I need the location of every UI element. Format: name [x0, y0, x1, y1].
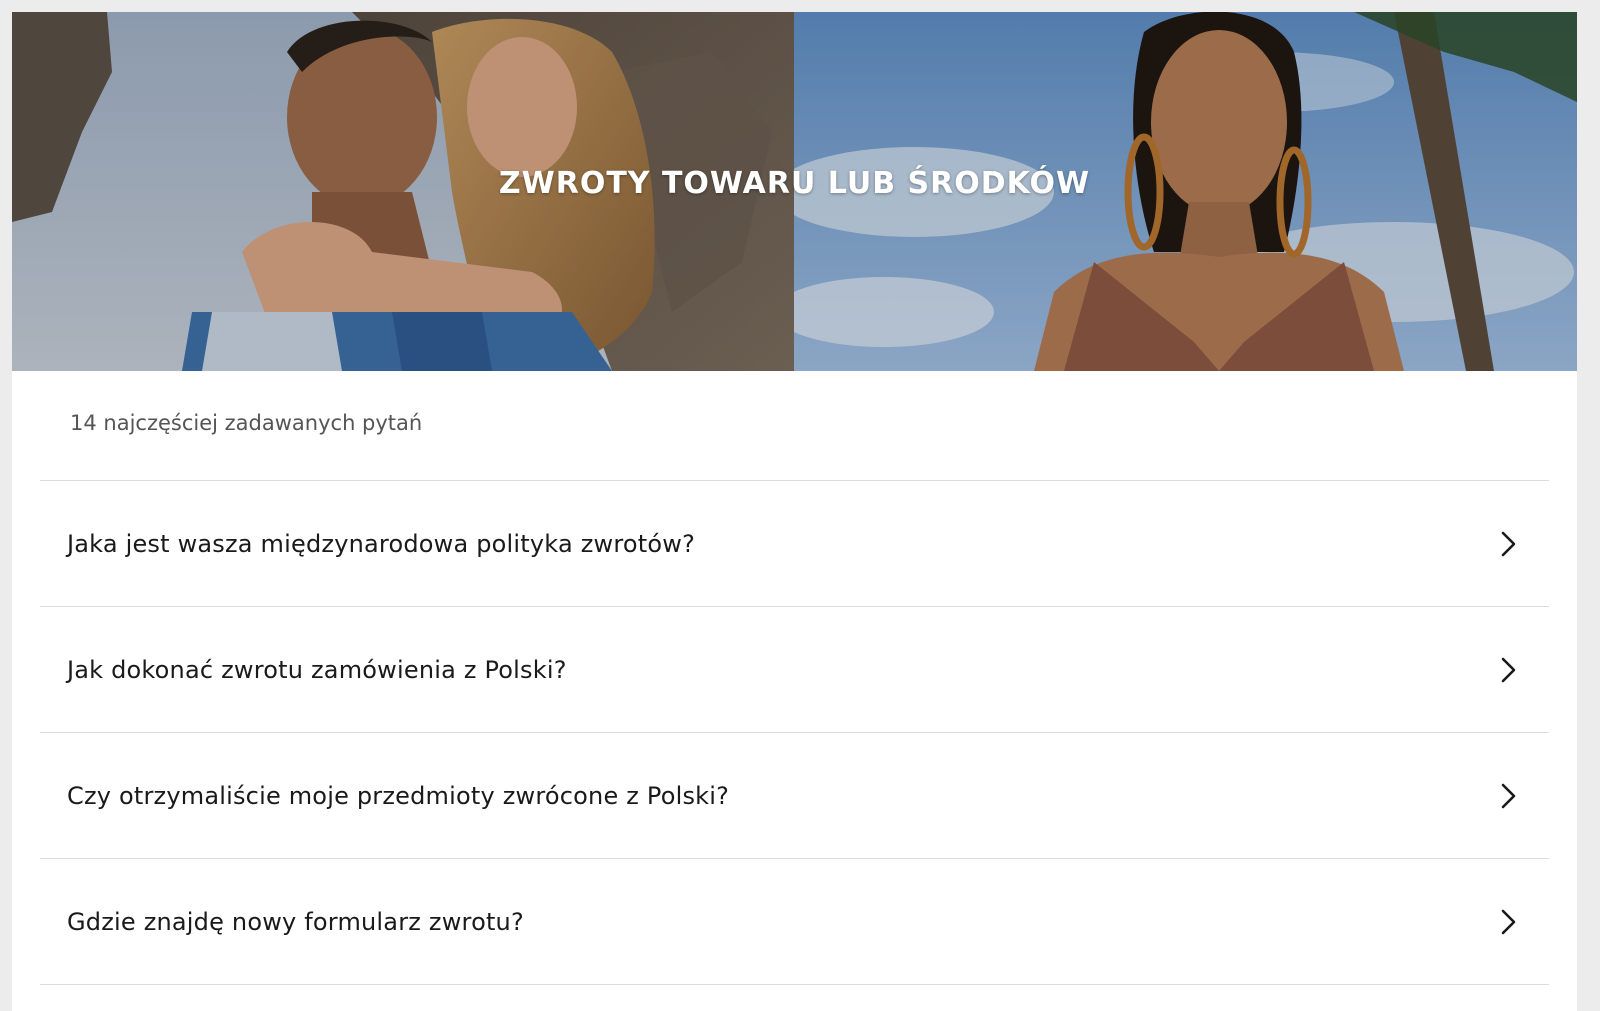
chevron-right-icon	[1499, 530, 1519, 558]
faq-item[interactable]: Jaka jest wasza międzynarodowa polityka …	[40, 481, 1549, 607]
faq-question: Jak dokonać zwrotu zamówienia z Polski?	[67, 655, 567, 684]
faq-item[interactable]: Gdzie znajdę nowy formularz zwrotu?	[40, 859, 1549, 985]
faq-item[interactable]: Czy otrzymaliście moje przedmioty zwróco…	[40, 733, 1549, 859]
chevron-right-icon	[1499, 782, 1519, 810]
faq-question: Jaka jest wasza międzynarodowa polityka …	[67, 529, 696, 558]
chevron-right-icon	[1499, 656, 1519, 684]
faq-question: Czy otrzymaliście moje przedmioty zwróco…	[67, 781, 730, 810]
faq-question: Gdzie znajdę nowy formularz zwrotu?	[67, 907, 524, 936]
faq-count-label: 14 najczęściej zadawanych pytań	[40, 371, 1549, 481]
hero-banner: ZWROTY TOWARU LUB ŚRODKÓW	[12, 12, 1577, 371]
faq-item[interactable]: Jak dokonać zwrotu zamówienia z Polski?	[40, 607, 1549, 733]
page-card: ZWROTY TOWARU LUB ŚRODKÓW 14 najczęściej…	[12, 12, 1577, 1011]
page-title: ZWROTY TOWARU LUB ŚRODKÓW	[498, 166, 1091, 201]
faq-section: 14 najczęściej zadawanych pytań Jaka jes…	[40, 371, 1549, 985]
chevron-right-icon	[1499, 908, 1519, 936]
